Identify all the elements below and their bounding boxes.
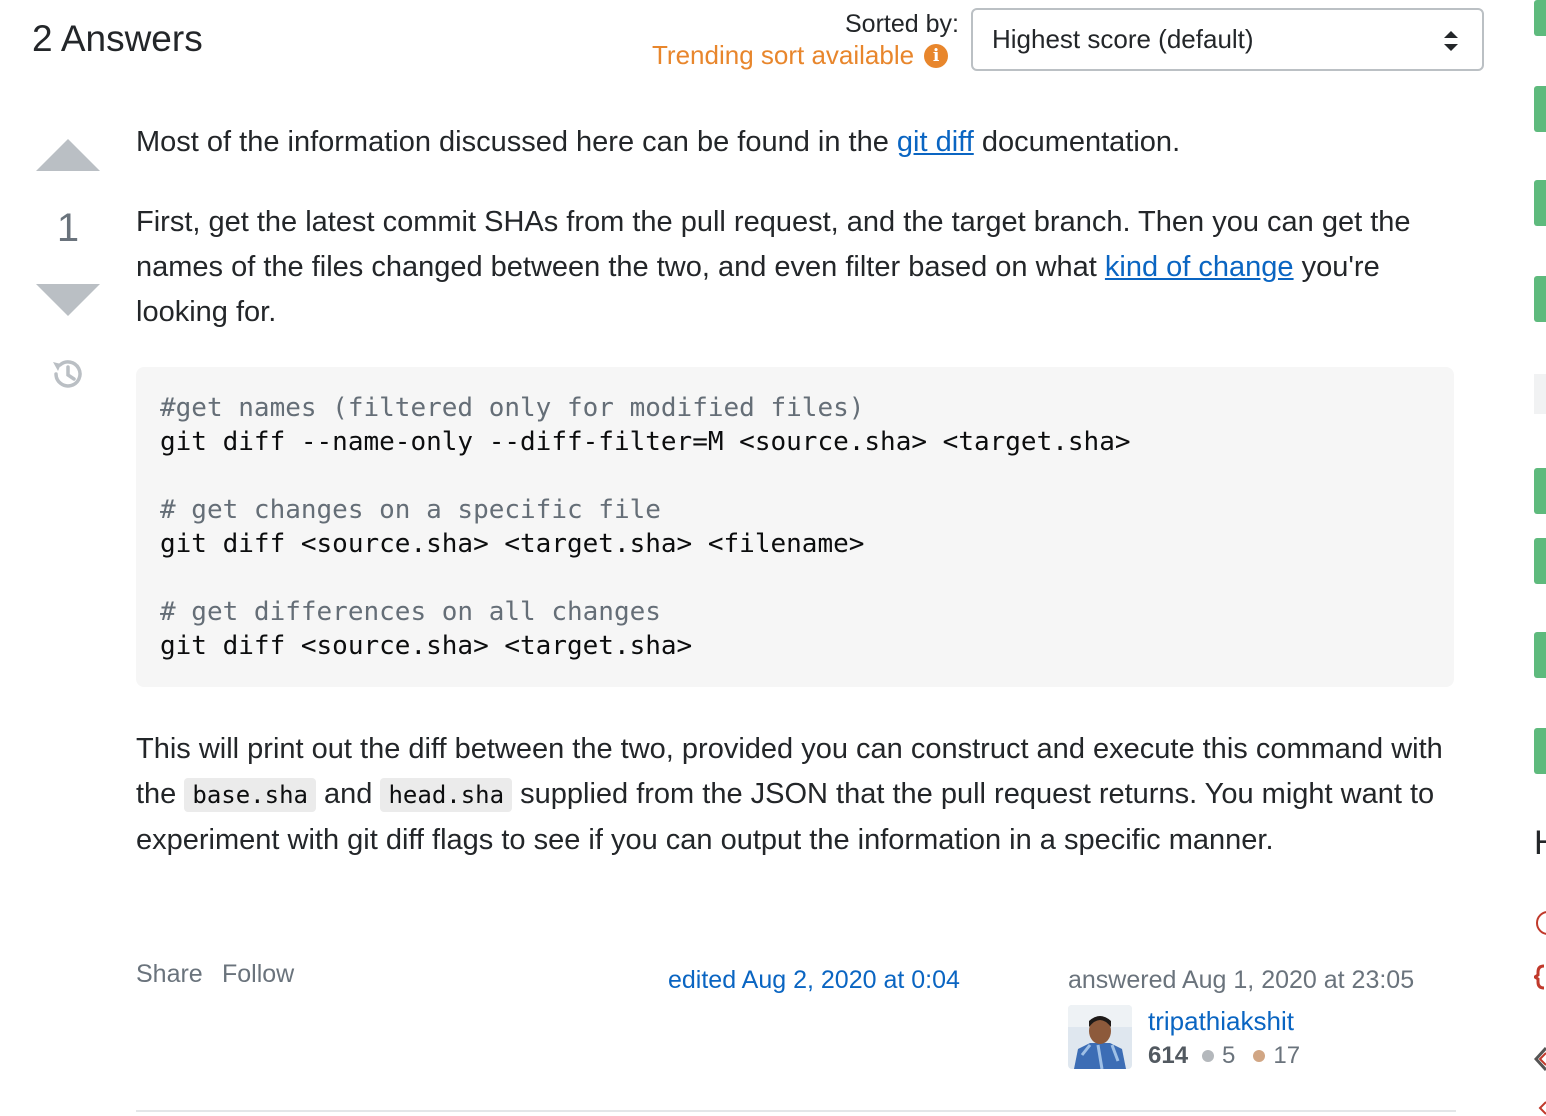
silver-badge-icon (1202, 1050, 1215, 1062)
history-icon[interactable] (48, 355, 86, 393)
git-diff-link[interactable]: git diff (897, 126, 974, 158)
sidebar-vote-badge[interactable] (1534, 468, 1546, 514)
bronze-badge-icon (1253, 1050, 1266, 1062)
code-comment: # get changes on a specific file (160, 495, 661, 525)
answer-paragraph-3: This will print out the diff between the… (136, 727, 1456, 863)
downvote-arrow-icon[interactable] (36, 283, 100, 319)
answers-count-heading: 2 Answers (32, 18, 203, 59)
user-reputation-row: 614 5 17 (1148, 1042, 1300, 1070)
sorted-by-label: Sorted by: (845, 10, 959, 38)
sidebar-site-icon[interactable] (1534, 1100, 1546, 1116)
trending-sort-notice[interactable]: Trending sort available i (652, 40, 949, 71)
kind-of-change-link[interactable]: kind of change (1105, 251, 1294, 283)
bronze-badge-count: 17 (1273, 1042, 1301, 1069)
upvote-arrow-icon[interactable] (36, 136, 100, 172)
code-line: git diff <source.sha> <target.sha> (160, 631, 693, 661)
inline-code-head-sha: head.sha (380, 778, 513, 812)
edited-timestamp-link[interactable]: edited Aug 2, 2020 at 0:04 (668, 966, 960, 995)
user-photo-icon (1068, 1005, 1132, 1069)
code-comment: # get differences on all changes (160, 597, 661, 627)
code-block[interactable]: #get names (filtered only for modified f… (136, 367, 1454, 687)
sort-select[interactable]: Highest score (default) (971, 8, 1484, 71)
answer-paragraph-1: Most of the information discussed here c… (136, 120, 1180, 165)
sidebar-vote-badge[interactable] (1534, 180, 1546, 226)
sidebar-vote-badge-grey[interactable] (1534, 374, 1546, 414)
user-name-link[interactable]: tripathiakshit (1148, 1006, 1294, 1037)
follow-button[interactable]: Follow (222, 960, 294, 989)
reputation-score: 614 (1148, 1042, 1189, 1069)
sidebar-heading: H (1534, 824, 1546, 863)
trending-sort-text[interactable]: Trending sort available (652, 40, 914, 71)
sidebar-vote-badge[interactable] (1534, 538, 1546, 584)
answer-divider (136, 1110, 1456, 1112)
sidebar-vote-badge[interactable] (1534, 0, 1546, 36)
silver-badge-count: 5 (1222, 1042, 1236, 1069)
text-run: documentation. (973, 126, 1181, 158)
sidebar-site-icon[interactable] (1534, 1044, 1546, 1074)
sort-selected-value: Highest score (default) (992, 24, 1254, 54)
sidebar-vote-badge[interactable] (1534, 728, 1546, 774)
answer-paragraph-2: First, get the latest commit SHAs from t… (136, 200, 1456, 335)
sidebar-vote-badge[interactable] (1534, 86, 1546, 132)
share-link[interactable]: Share (136, 960, 203, 989)
info-icon[interactable]: i (924, 43, 949, 68)
text-run: Most of the information discussed here c… (136, 126, 897, 158)
sidebar-vote-badge[interactable] (1534, 276, 1546, 322)
sidebar-vote-badge[interactable] (1534, 632, 1546, 678)
sidebar-site-icon[interactable] (1534, 962, 1546, 992)
text-run: and (315, 778, 381, 810)
inline-code-base-sha: base.sha (184, 778, 316, 812)
code-line: git diff <source.sha> <target.sha> <file… (160, 529, 865, 559)
code-comment: #get names (filtered only for modified f… (160, 393, 865, 423)
answered-timestamp: answered Aug 1, 2020 at 23:05 (1068, 966, 1415, 994)
code-line: git diff --name-only --diff-filter=M <so… (160, 427, 1131, 457)
avatar[interactable] (1068, 1005, 1132, 1069)
vote-count: 1 (56, 206, 80, 250)
select-arrows-icon (1444, 31, 1458, 51)
sidebar-site-icon[interactable] (1534, 908, 1546, 938)
